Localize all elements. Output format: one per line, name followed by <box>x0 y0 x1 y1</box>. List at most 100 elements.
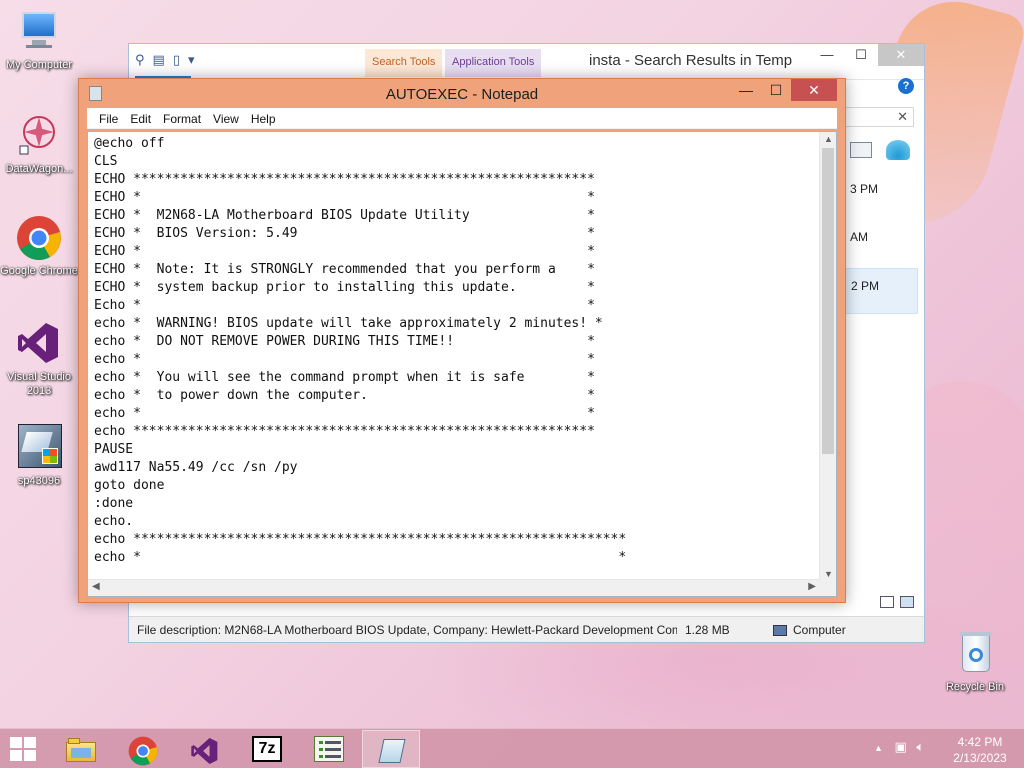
text-line: echo * * <box>94 550 627 565</box>
scroll-down-icon[interactable]: ▼ <box>820 569 837 579</box>
minimize-button[interactable]: — <box>810 44 844 66</box>
details-view-icon[interactable] <box>880 596 894 608</box>
taskbar-file-explorer[interactable] <box>52 730 110 768</box>
chevron-up-icon[interactable]: ▲ <box>874 743 883 753</box>
taskbar-visual-studio[interactable] <box>176 730 234 768</box>
desktop-icon-label: My Computer <box>5 59 73 71</box>
chevron-down-icon[interactable]: ▾ <box>188 52 195 68</box>
volume-icon[interactable]: 🔈︎ <box>916 739 924 754</box>
text-line: echo. <box>94 514 134 529</box>
window-controls: — ☐ ✕ <box>810 44 924 66</box>
search-icon[interactable]: ⚲ <box>135 52 145 68</box>
text-line: echo * You will see the command prompt w… <box>94 370 595 385</box>
datawagon-icon <box>16 112 62 158</box>
menu-format[interactable]: Format <box>157 108 207 128</box>
scroll-left-icon[interactable]: ◀ <box>92 581 100 592</box>
scroll-up-icon[interactable]: ▲ <box>820 134 837 144</box>
scrollbar-corner <box>819 579 836 596</box>
menu-view[interactable]: View <box>207 108 245 128</box>
tab-application-tools[interactable]: Application Tools <box>445 49 542 77</box>
list-icon <box>314 736 344 762</box>
folder-icon <box>66 736 96 762</box>
clock-time: 4:42 PM <box>957 735 1003 749</box>
text-editor[interactable]: @echo off CLS ECHO ***********************… <box>87 131 837 597</box>
text-line: echo * to power down the computer. * <box>94 388 595 403</box>
menu-bar: File Edit Format View Help <box>87 108 837 129</box>
text-line: echo * * <box>94 406 595 421</box>
chrome-icon <box>128 736 158 766</box>
clear-search-icon[interactable]: ✕ <box>897 109 908 125</box>
maximize-button[interactable]: ☐ <box>761 79 791 101</box>
text-line: echo ***********************************… <box>94 424 595 439</box>
desktop-icon-datawagon[interactable]: DataWagon... <box>0 112 78 176</box>
system-tray: ▲ ▣ 🔈︎ <box>874 739 924 755</box>
recycle-bin-icon <box>952 630 998 676</box>
text-line: echo * WARNING! BIOS update will take ap… <box>94 316 603 331</box>
large-icons-view-icon[interactable] <box>900 596 914 608</box>
clock[interactable]: 4:42 PM 2/13/2023 <box>944 734 1016 766</box>
file-row[interactable]: 2 PM <box>844 268 918 314</box>
text-line: ECHO * BIOS Version: 5.49 * <box>94 226 595 241</box>
file-row[interactable]: 3 PM <box>844 176 918 222</box>
minimize-button[interactable]: — <box>731 79 761 101</box>
properties-icon[interactable]: ▤ <box>153 52 165 68</box>
menu-file[interactable]: File <box>93 108 124 128</box>
visual-studio-icon <box>190 736 220 765</box>
text-line: ECHO * Note: It is STRONGLY recommended … <box>94 262 595 277</box>
window-controls: — ☐ ✕ <box>731 79 837 101</box>
desktop-icon-visual-studio[interactable]: Visual Studio 2013 <box>0 320 78 398</box>
status-location-label: Computer <box>793 623 846 637</box>
scroll-right-icon[interactable]: ▶ <box>808 581 816 592</box>
text-line: Echo * * <box>94 298 595 313</box>
menu-help[interactable]: Help <box>245 108 282 128</box>
text-line: :done <box>94 496 134 511</box>
desktop-icon-label: Recycle Bin <box>945 681 1005 693</box>
notepad-window[interactable]: AUTOEXEC - Notepad — ☐ ✕ File Edit Forma… <box>78 78 846 603</box>
explorer-titlebar[interactable]: ⚲ ▤ ▯ ▾ Search Tools Application Tools i… <box>129 44 924 80</box>
text-line: ECHO * system backup prior to installing… <box>94 280 595 295</box>
desktop-icon-label: DataWagon... <box>5 163 73 175</box>
text-line: ECHO * * <box>94 190 595 205</box>
text-line: ECHO * * <box>94 244 595 259</box>
menu-edit[interactable]: Edit <box>124 108 157 128</box>
notepad-titlebar[interactable]: AUTOEXEC - Notepad — ☐ ✕ <box>79 79 845 107</box>
windows-logo-pane <box>24 737 36 748</box>
vertical-scrollbar[interactable]: ▲ ▼ <box>819 132 836 581</box>
text-line: goto done <box>94 478 165 493</box>
desktop-icon-my-computer[interactable]: My Computer <box>0 8 78 72</box>
status-bar: File description: M2N68-LA Motherboard B… <box>129 616 924 642</box>
search-input[interactable]: ✕ <box>842 107 914 127</box>
clock-date: 2/13/2023 <box>953 751 1007 765</box>
taskbar-notepad[interactable] <box>362 730 420 768</box>
text-line: echo * * <box>94 352 595 367</box>
desktop-icon-recycle-bin[interactable]: Recycle Bin <box>936 630 1014 694</box>
taskbar-chrome[interactable] <box>114 730 172 768</box>
text-line: CLS <box>94 154 118 169</box>
desktop-icon-label: Google Chrome <box>0 265 78 277</box>
close-button[interactable]: ✕ <box>878 44 924 66</box>
horizontal-scrollbar[interactable]: ◀ ▶ <box>88 579 820 596</box>
tab-search-tools[interactable]: Search Tools <box>365 49 443 77</box>
desktop-icon-sp43096[interactable]: sp43096 <box>0 424 78 488</box>
7zip-label: 7z <box>258 740 276 757</box>
text-line: ECHO * M2N68-LA Motherboard BIOS Update … <box>94 208 595 223</box>
scrollbar-thumb[interactable] <box>822 148 834 454</box>
close-button[interactable]: ✕ <box>791 79 837 101</box>
network-icon[interactable]: ▣ <box>895 739 907 754</box>
editor-content[interactable]: @echo off CLS ECHO ***********************… <box>94 135 814 575</box>
maximize-button[interactable]: ☐ <box>844 44 878 66</box>
windows-logo-pane <box>24 750 36 761</box>
view-icon[interactable] <box>850 142 872 158</box>
visual-studio-icon <box>16 320 62 366</box>
file-time: AM <box>850 230 868 244</box>
file-row[interactable]: AM <box>844 224 918 270</box>
start-button[interactable] <box>10 737 38 763</box>
help-icon[interactable]: ? <box>898 78 914 94</box>
text-line: awd117 Na55.49 /cc /sn /py <box>94 460 298 475</box>
desktop-icon-google-chrome[interactable]: Google Chrome <box>0 214 78 278</box>
taskbar-7zip[interactable]: 7z <box>238 730 296 768</box>
taskbar-list-app[interactable] <box>300 730 358 768</box>
new-folder-icon[interactable]: ▯ <box>173 52 180 68</box>
shell-icon[interactable] <box>886 140 910 160</box>
text-line: PAUSE <box>94 442 134 457</box>
